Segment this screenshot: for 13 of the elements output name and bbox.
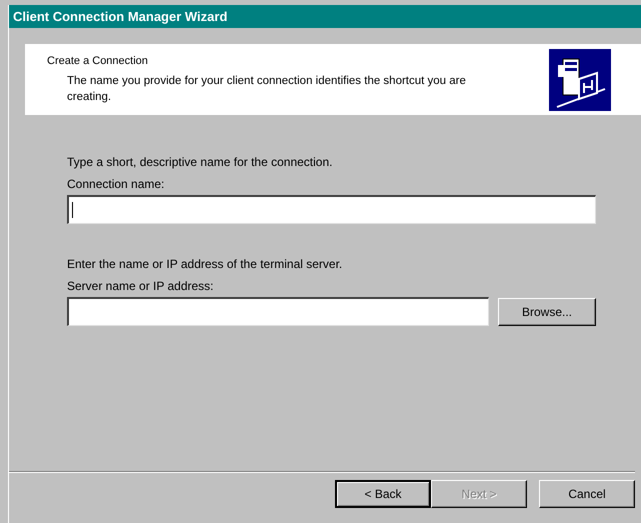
window-title: Client Connection Manager Wizard: [9, 5, 641, 28]
wizard-button[interactable]: Cancel: [539, 480, 635, 508]
wizard-button[interactable]: < Back: [335, 480, 431, 508]
field-label: Connection name:: [67, 177, 166, 191]
field-label: Server name or IP address:: [67, 279, 215, 293]
header-title: Create a Connection: [47, 54, 149, 66]
text-field[interactable]: [67, 297, 489, 326]
instruction-text: Type a short, descriptive name for the connection.: [67, 155, 334, 169]
computer-network-icon: [549, 48, 611, 110]
text-field[interactable]: [67, 195, 596, 224]
instruction-text: Enter the name or IP address of the terminal server.: [67, 257, 344, 271]
header-description: The name you provide for your client connection identifies the shortcut you are creating.: [66, 74, 467, 104]
browse-button[interactable]: Browse...: [498, 298, 596, 326]
